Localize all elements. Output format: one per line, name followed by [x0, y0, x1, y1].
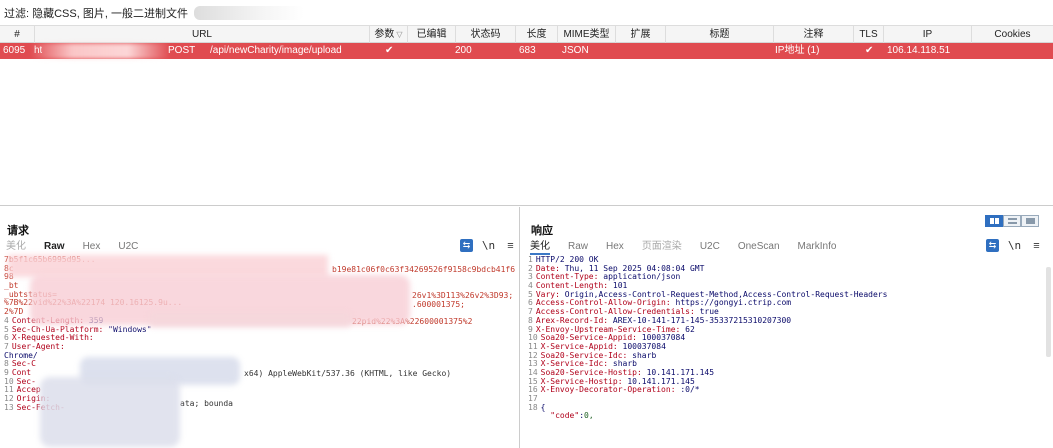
- response-title: 响应: [531, 225, 553, 237]
- request-tab-raw[interactable]: Raw: [44, 239, 65, 255]
- request-fragment: ata; bounda: [180, 399, 233, 408]
- col-title[interactable]: 标题: [666, 26, 774, 43]
- response-pane: 响应 美化 Raw Hex 页面渲染 U2C OneScan MarkInfo …: [524, 207, 1053, 448]
- response-scrollbar[interactable]: [1046, 267, 1051, 357]
- response-tab-markinfo[interactable]: MarkInfo: [798, 239, 837, 255]
- col-length[interactable]: 长度: [516, 26, 558, 43]
- request-tab-pretty[interactable]: 美化: [6, 239, 26, 255]
- col-params[interactable]: 参数 ▽: [370, 26, 408, 43]
- response-tab-u2c[interactable]: U2C: [700, 239, 720, 255]
- col-status[interactable]: 状态码: [456, 26, 516, 43]
- code-line: Chrome/: [4, 350, 38, 360]
- row-url: /api/newCharity/image/upload: [210, 45, 342, 56]
- newline-icon[interactable]: \n: [482, 239, 495, 252]
- filter-bar[interactable]: 过滤: 隐藏CSS, 图片, 一般二进制文件: [0, 0, 1053, 26]
- request-title: 请求: [7, 225, 29, 237]
- code-line: 12 Origin:: [4, 394, 51, 403]
- layout-toggle: [985, 215, 1039, 227]
- row-num: 6095: [3, 45, 26, 56]
- row-params-check-icon: ✔: [385, 45, 394, 56]
- code-line: 98: [4, 272, 14, 282]
- response-tab-raw[interactable]: Raw: [568, 239, 588, 255]
- code-line: "code":0,: [550, 411, 594, 421]
- code-line: 16 X-Envoy-Decorator-Operation: :0/*: [528, 385, 700, 395]
- layout-stacked-icon[interactable]: [1003, 215, 1021, 227]
- request-pane: 请求 美化 Raw Hex U2C ⇆ \n ≡ 7b5f1c65b6995d9…: [0, 207, 520, 448]
- response-tab-render[interactable]: 页面渲染: [642, 239, 682, 255]
- col-edited[interactable]: 已编辑: [408, 26, 456, 43]
- code-line: 18{: [528, 402, 546, 412]
- code-line: 8 Sec-C: [4, 359, 36, 369]
- request-fragment: 22pid%22%3A%22600001375%2: [352, 317, 473, 326]
- row-status: 200: [455, 45, 472, 56]
- code-line: 10 Sec-: [4, 376, 36, 386]
- sort-desc-icon: ▽: [396, 30, 403, 39]
- col-url[interactable]: URL: [35, 26, 370, 43]
- row-mime: JSON: [562, 45, 589, 56]
- response-editor[interactable]: 1 HTTP/2 200 OK 2 Date: Thu, 11 Sep 2025 0…: [524, 256, 1053, 448]
- col-mime[interactable]: MIME类型: [558, 26, 616, 43]
- col-ip[interactable]: IP: [884, 26, 972, 43]
- wrap-icon[interactable]: ⇆: [986, 239, 999, 252]
- menu-icon[interactable]: ≡: [504, 239, 517, 252]
- menu-icon[interactable]: ≡: [1030, 239, 1043, 252]
- code-line: 7b5f1c65b6995d95...: [4, 256, 96, 264]
- col-num[interactable]: #: [0, 26, 35, 43]
- row-ip: 106.14.118.51: [887, 45, 951, 56]
- wrap-icon[interactable]: ⇆: [460, 239, 473, 252]
- layout-single-icon[interactable]: [1021, 215, 1039, 227]
- request-fragment: b19e81c06f0c63f34269526f9158c9bdcb41f6: [332, 265, 516, 274]
- row-host-redacted: [30, 43, 170, 59]
- code-line: 17: [528, 394, 538, 403]
- col-params-label: 参数: [374, 29, 395, 40]
- proxy-history-table[interactable]: # URL 参数 ▽ 已编辑 状态码 长度 MIME类型 扩展 标题 注释 TLS…: [0, 26, 1053, 206]
- request-tab-hex[interactable]: Hex: [83, 239, 101, 255]
- table-row[interactable]: 6095 ht POST /api/newCharity/image/uploa…: [0, 43, 1053, 59]
- response-tab-hex[interactable]: Hex: [606, 239, 624, 255]
- response-tab-pretty[interactable]: 美化: [530, 239, 550, 255]
- code-line: _bt: [4, 281, 19, 291]
- request-editor[interactable]: 7b5f1c65b6995d95... 8c 98 _bt _ubtstatus…: [0, 256, 519, 448]
- col-ext[interactable]: 扩展: [616, 26, 666, 43]
- row-comment: IP地址 (1): [775, 45, 820, 56]
- response-tools: ⇆ \n ≡: [986, 239, 1043, 252]
- newline-icon[interactable]: \n: [1008, 239, 1021, 252]
- request-fragment: x64) AppleWebKit/537.36 (KHTML, like Gec…: [244, 369, 452, 378]
- row-method: POST: [168, 45, 196, 56]
- col-cookies[interactable]: Cookies: [972, 26, 1053, 43]
- col-tls[interactable]: TLS: [854, 26, 884, 43]
- col-comment[interactable]: 注释: [774, 26, 854, 43]
- request-tab-u2c[interactable]: U2C: [118, 239, 138, 255]
- table-header: # URL 参数 ▽ 已编辑 状态码 长度 MIME类型 扩展 标题 注释 TLS…: [0, 26, 1053, 43]
- code-line: 11 Accep: [4, 385, 41, 395]
- code-line: 6 X-Requested-With:: [4, 333, 99, 343]
- code-line: 13 Sec-Fetch-: [4, 402, 65, 412]
- response-tab-onescan[interactable]: OneScan: [738, 239, 780, 255]
- request-tabs: 美化 Raw Hex U2C: [0, 239, 519, 255]
- request-tools: ⇆ \n ≡: [460, 239, 517, 252]
- request-fragment: .600001375;: [412, 300, 465, 309]
- response-tabs: 美化 Raw Hex 页面渲染 U2C OneScan MarkInfo: [524, 239, 1053, 255]
- code-line: 7 User-Agent:: [4, 341, 70, 351]
- filter-redacted: [193, 5, 304, 20]
- request-fragment: 26v1%3D113%26v2%3D93;: [412, 291, 514, 300]
- filter-text[interactable]: 过滤: 隐藏CSS, 图片, 一般二进制文件: [4, 5, 188, 21]
- row-length: 683: [519, 45, 536, 56]
- row-tls-check-icon: ✔: [865, 45, 874, 56]
- layout-side-by-side-icon[interactable]: [985, 215, 1003, 227]
